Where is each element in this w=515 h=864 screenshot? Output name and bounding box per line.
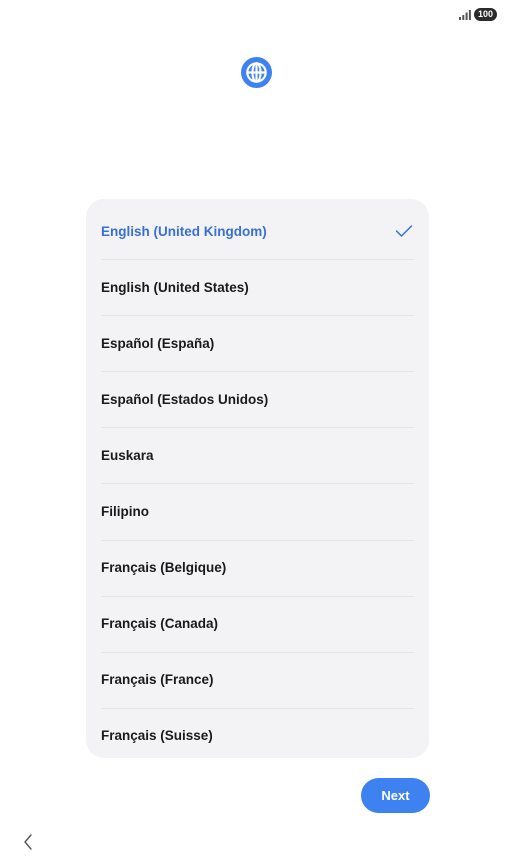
language-list-card: English (United Kingdom) English (United …	[86, 199, 429, 758]
status-bar: 100	[458, 8, 497, 21]
language-option-label: Español (España)	[101, 335, 215, 351]
language-option-label: Filipino	[101, 504, 149, 520]
language-option-label: English (United States)	[101, 279, 249, 295]
battery-level-badge: 100	[473, 8, 497, 21]
language-option[interactable]: Français (Canada)	[86, 595, 429, 652]
language-option[interactable]: Español (Estados Unidos)	[86, 371, 429, 427]
language-option-label: Français (France)	[101, 672, 214, 688]
globe-icon	[241, 57, 272, 88]
language-list: English (United Kingdom) English (United …	[86, 199, 429, 758]
language-option[interactable]: English (United States)	[86, 259, 429, 315]
language-option-label: Français (Suisse)	[101, 728, 213, 744]
language-option-label: Français (Canada)	[101, 616, 219, 632]
language-option[interactable]: Español (España)	[86, 315, 429, 371]
language-option-label: Español (Estados Unidos)	[101, 391, 269, 407]
language-option[interactable]: Filipino	[86, 483, 429, 539]
checkmark-icon	[395, 225, 413, 237]
language-option-label: English (United Kingdom)	[101, 223, 267, 239]
language-option[interactable]: English (United Kingdom)	[86, 203, 429, 259]
language-option-label: Français (Belgique)	[101, 560, 227, 576]
signal-bars-icon	[458, 9, 471, 20]
language-option[interactable]: Français (Belgique)	[86, 539, 429, 596]
language-option-label: Euskara	[101, 447, 154, 463]
language-option[interactable]: Euskara	[86, 427, 429, 483]
back-button[interactable]	[18, 830, 38, 854]
language-option[interactable]: Français (France)	[86, 651, 429, 708]
language-option[interactable]: Français (Suisse)	[86, 707, 429, 758]
chevron-left-icon	[24, 834, 32, 850]
next-button[interactable]: Next	[361, 778, 430, 813]
